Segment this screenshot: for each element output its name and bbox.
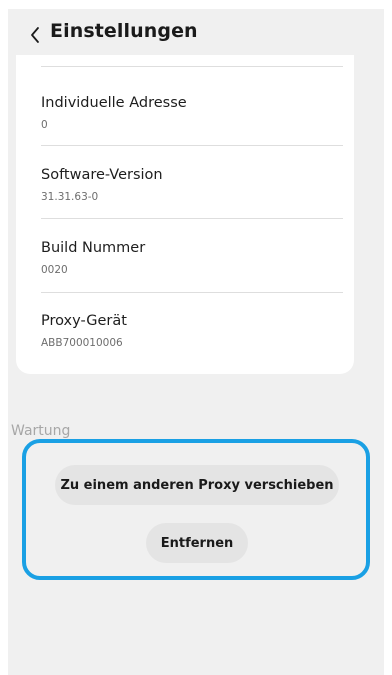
- detail-value: 0: [41, 119, 48, 131]
- divider: [41, 292, 343, 293]
- divider: [41, 66, 343, 67]
- detail-label: Proxy-Gerät: [41, 313, 127, 329]
- chevron-left-icon: [31, 27, 39, 43]
- maintenance-highlight-frame: [22, 439, 370, 580]
- detail-label: Individuelle Adresse: [41, 95, 187, 111]
- device-details-card: Individuelle Adresse 0 Software-Version …: [16, 55, 354, 374]
- divider: [41, 218, 343, 219]
- detail-value: ABB700010006: [41, 337, 123, 349]
- detail-value: 0020: [41, 264, 68, 276]
- detail-value: 31.31.63-0: [41, 191, 99, 203]
- header: Einstellungen: [8, 9, 384, 61]
- detail-label: Build Nummer: [41, 240, 146, 256]
- section-label-maintenance: Wartung: [11, 423, 71, 439]
- page-title: Einstellungen: [50, 20, 198, 42]
- back-button[interactable]: [24, 22, 46, 48]
- detail-label: Software-Version: [41, 167, 163, 183]
- settings-screen: Einstellungen Individuelle Adresse 0 Sof…: [8, 9, 384, 675]
- divider: [41, 145, 343, 146]
